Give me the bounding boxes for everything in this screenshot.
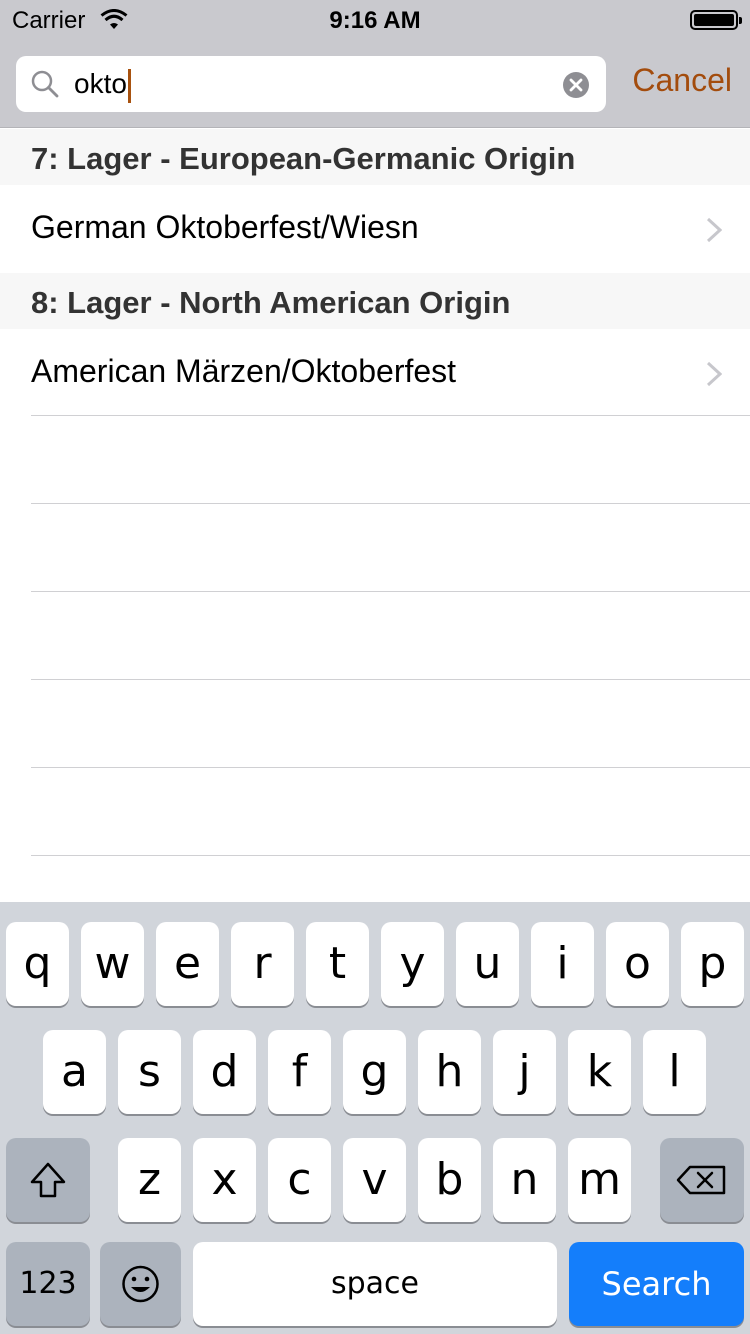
text-caret: [127, 68, 131, 103]
key-b[interactable]: b: [418, 1138, 481, 1222]
key-i[interactable]: i: [531, 922, 594, 1006]
emoji-icon: [122, 1265, 159, 1303]
row-separator: [31, 855, 750, 856]
key-c[interactable]: c: [268, 1138, 331, 1222]
key-a[interactable]: a: [43, 1030, 106, 1114]
clear-text-icon[interactable]: [562, 71, 590, 99]
shift-icon: [30, 1162, 66, 1198]
key-l[interactable]: l: [643, 1030, 706, 1114]
search-header: Carrier 9:16 AM okto Cancel: [0, 0, 750, 128]
backspace-icon: [676, 1165, 726, 1195]
key-k[interactable]: k: [568, 1030, 631, 1114]
row-separator: [31, 503, 750, 504]
key-e[interactable]: e: [156, 922, 219, 1006]
list-item[interactable]: American Märzen/Oktoberfest: [0, 329, 750, 417]
space-key[interactable]: space: [193, 1242, 557, 1326]
section-header: 8: Lager - North American Origin: [0, 273, 750, 329]
search-key[interactable]: Search: [569, 1242, 744, 1326]
key-x[interactable]: x: [193, 1138, 256, 1222]
shift-key[interactable]: [6, 1138, 90, 1222]
key-s[interactable]: s: [118, 1030, 181, 1114]
list-item-label: German Oktoberfest/Wiesn: [31, 209, 419, 245]
key-r[interactable]: r: [231, 922, 294, 1006]
key-q[interactable]: q: [6, 922, 69, 1006]
row-separator: [31, 415, 750, 416]
list-item-label: American Märzen/Oktoberfest: [31, 353, 457, 389]
key-m[interactable]: m: [568, 1138, 631, 1222]
search-input-text: okto: [74, 68, 127, 99]
key-h[interactable]: h: [418, 1030, 481, 1114]
search-field[interactable]: okto: [16, 56, 606, 112]
key-t[interactable]: t: [306, 922, 369, 1006]
key-u[interactable]: u: [456, 922, 519, 1006]
section-title: 8: Lager - North American Origin: [31, 285, 511, 320]
section-title: 7: Lager - European-Germanic Origin: [31, 141, 576, 176]
list-item[interactable]: German Oktoberfest/Wiesn: [0, 185, 750, 273]
search-input[interactable]: okto: [74, 68, 131, 103]
key-j[interactable]: j: [493, 1030, 556, 1114]
key-z[interactable]: z: [118, 1138, 181, 1222]
status-time: 9:16 AM: [329, 7, 421, 34]
key-w[interactable]: w: [81, 922, 144, 1006]
chevron-right-icon: [706, 217, 722, 243]
key-d[interactable]: d: [193, 1030, 256, 1114]
delete-key[interactable]: [660, 1138, 744, 1222]
cancel-button[interactable]: Cancel: [632, 62, 732, 99]
numbers-key[interactable]: 123: [6, 1242, 90, 1326]
emoji-key[interactable]: [100, 1242, 181, 1326]
key-v[interactable]: v: [343, 1138, 406, 1222]
status-bar: Carrier 9:16 AM: [0, 0, 750, 40]
battery-icon: [690, 10, 742, 30]
key-g[interactable]: g: [343, 1030, 406, 1114]
row-separator: [31, 591, 750, 592]
row-separator: [31, 767, 750, 768]
row-separator: [31, 679, 750, 680]
key-o[interactable]: o: [606, 922, 669, 1006]
key-f[interactable]: f: [268, 1030, 331, 1114]
key-p[interactable]: p: [681, 922, 744, 1006]
section-header: 7: Lager - European-Germanic Origin: [0, 129, 750, 185]
key-y[interactable]: y: [381, 922, 444, 1006]
chevron-right-icon: [706, 361, 722, 387]
key-n[interactable]: n: [493, 1138, 556, 1222]
keyboard: q w e r t y u i o p a s d f g h j k l z …: [0, 902, 750, 1334]
search-icon: [31, 70, 59, 98]
